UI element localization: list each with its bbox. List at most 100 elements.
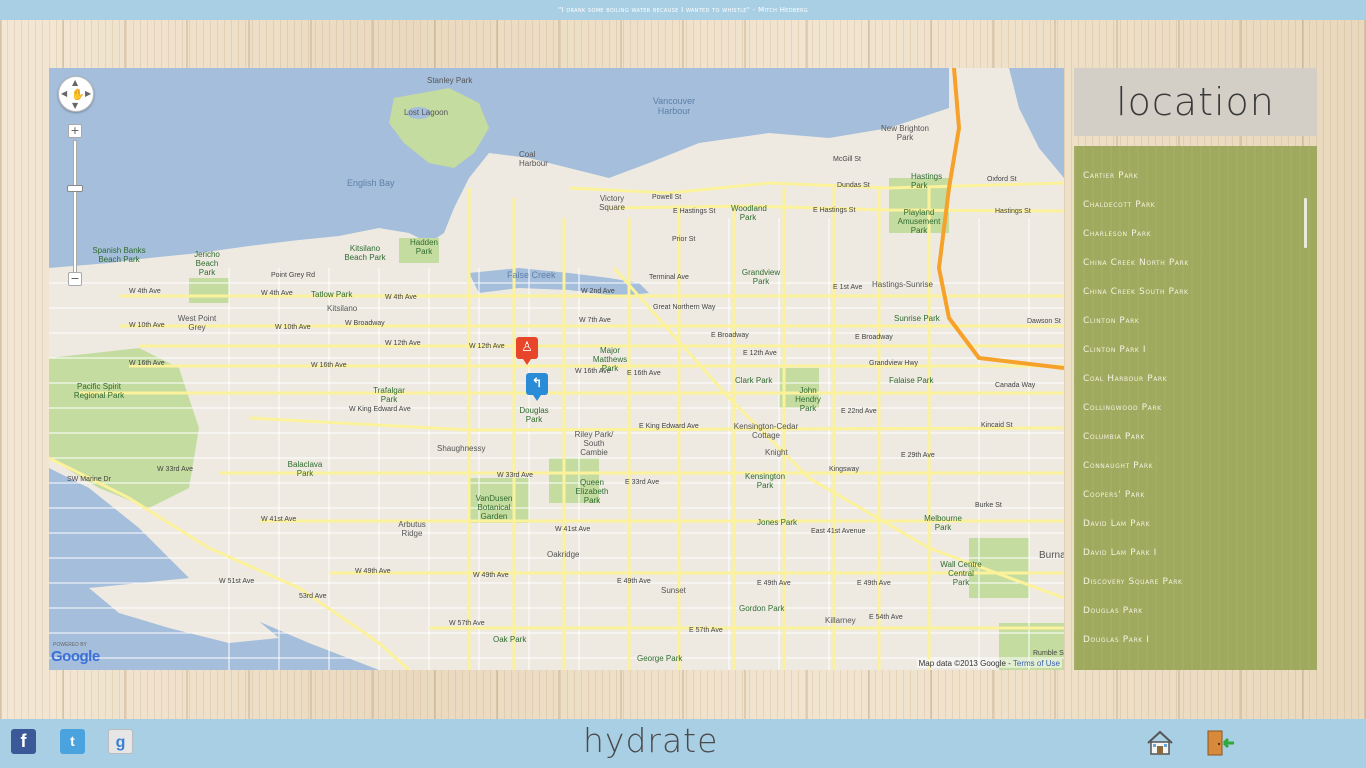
list-item[interactable]: Coopers' Park [1074, 487, 1317, 516]
fountain-pin-icon[interactable]: ↰ [526, 373, 548, 401]
map-label: W 49th Ave [473, 572, 509, 579]
map-label: Point Grey Rd [271, 272, 315, 279]
map-label: English Bay [347, 178, 395, 188]
map-label: W 33rd Ave [497, 472, 534, 479]
list-item[interactable]: Douglas Park [1074, 603, 1317, 632]
map-label: Stanley Park [427, 76, 473, 85]
list-item[interactable]: Discovery Square Park [1074, 574, 1317, 603]
map-label: E King Edward Ave [639, 423, 699, 430]
map-label: Victory Square [599, 194, 625, 212]
map-label: Tatlow Park [311, 290, 353, 299]
map-label: Knight [765, 448, 788, 457]
map-label: Riley Park/ South Cambie [574, 430, 614, 457]
map-label: Hastings Park [911, 172, 943, 190]
pan-control[interactable]: ▲ ▼ ◀ ▶ ✋ [58, 76, 94, 112]
pan-left-icon[interactable]: ◀ [61, 89, 67, 98]
map-label: George Park [637, 654, 683, 663]
list-item[interactable]: Douglas Park I [1074, 632, 1317, 661]
map-label: W 16th Ave [575, 368, 611, 375]
jericho-area [189, 278, 229, 303]
map-label: Playland Amusement Park [897, 208, 941, 235]
list-item[interactable]: David Lam Park I [1074, 545, 1317, 574]
map-label: W 2nd Ave [581, 288, 615, 295]
map-attribution: Map data ©2013 Google - Terms of Use [916, 659, 1062, 668]
map-label: East 41st Avenue [811, 528, 866, 535]
map-label: W 51st Ave [219, 578, 255, 585]
list-item[interactable]: Connaught Park [1074, 458, 1317, 487]
list-item[interactable]: Clinton Park [1074, 313, 1317, 342]
map-label: Jones Park [757, 518, 798, 527]
zoom-slider-handle[interactable] [67, 185, 83, 192]
map-label: McGill St [833, 156, 861, 163]
list-item[interactable]: Coal Harbour Park [1074, 371, 1317, 400]
map-label: Kensington-Cedar Cottage [733, 422, 799, 440]
map-label: Arbutus Ridge [398, 520, 426, 538]
pan-down-icon[interactable]: ▼ [72, 101, 78, 110]
washroom-pin-icon[interactable]: ♙ [516, 337, 538, 365]
list-item[interactable]: Chaldecott Park [1074, 197, 1317, 226]
list-scrollbar[interactable] [1304, 198, 1307, 248]
list-item[interactable]: China Creek South Park [1074, 284, 1317, 313]
zoom-slider-track[interactable] [73, 140, 77, 280]
map-label: Queen Elizabeth Park [575, 478, 609, 505]
map-label: Vancouver Harbour [652, 96, 696, 116]
north-water [1009, 68, 1064, 178]
map-label: E 1st Ave [833, 284, 863, 291]
map-label: Burna [1039, 550, 1064, 561]
map-label: Trafalgar Park [373, 386, 405, 404]
map-label: E 33rd Ave [625, 479, 660, 486]
map-label: Melbourne Park [924, 514, 962, 532]
map-label: W 10th Ave [129, 322, 165, 329]
zoom-in-icon[interactable]: + [68, 124, 82, 138]
map-label: John Hendry Park [795, 386, 821, 413]
map-label: W 4th Ave [385, 294, 417, 301]
map-label: W 12th Ave [469, 343, 505, 350]
list-item[interactable]: Charleson Park [1074, 226, 1317, 255]
map-label: Grandview Park [741, 268, 781, 286]
map-label: West Point Grey [177, 314, 217, 332]
burrard-inlet-water [49, 68, 949, 268]
quote-text: "I drank some boiling water because I wa… [557, 6, 809, 14]
map-label: Shaughnessy [437, 444, 486, 453]
map-label: Hastings St [995, 208, 1031, 215]
map-label: W 16th Ave [129, 360, 165, 367]
pan-right-icon[interactable]: ▶ [85, 89, 91, 98]
map-label: E 49th Ave [757, 580, 791, 587]
pan-up-icon[interactable]: ▲ [72, 78, 78, 87]
home-icon[interactable] [1145, 728, 1175, 758]
map-label: W 33rd Ave [157, 466, 194, 473]
terms-of-use-link[interactable]: Terms of Use [1013, 659, 1060, 668]
location-header: location [1074, 68, 1317, 136]
map-label: Grandview Hwy [869, 360, 919, 367]
map-label: Kensington Park [745, 472, 786, 490]
google-plus-icon[interactable]: g [108, 729, 133, 754]
map-label: New Brighton Park [880, 124, 930, 142]
list-item[interactable]: Columbia Park [1074, 429, 1317, 458]
list-item[interactable]: Clinton Park I [1074, 342, 1317, 371]
google-logo[interactable]: POWERED BY Google [51, 642, 100, 666]
list-item[interactable]: Cartier Park [1074, 168, 1317, 197]
map-label: Great Northern Way [653, 304, 716, 311]
map-label: Gordon Park [739, 604, 785, 613]
list-item[interactable]: China Creek North Park [1074, 255, 1317, 284]
exit-door-icon[interactable] [1205, 728, 1235, 758]
map-label: W King Edward Ave [349, 406, 411, 413]
list-item[interactable]: Collingwood Park [1074, 400, 1317, 429]
map-label: E 29th Ave [901, 452, 935, 459]
twitter-icon[interactable]: t [60, 729, 85, 754]
list-item[interactable]: David Lam Park [1074, 516, 1317, 545]
facebook-icon[interactable]: f [11, 729, 36, 754]
park-list[interactable]: Cartier Park Chaldecott Park Charleson P… [1074, 146, 1317, 670]
map-label: False Creek [507, 270, 556, 280]
map-label: E 22nd Ave [841, 408, 877, 415]
zoom-out-icon[interactable]: − [68, 272, 82, 286]
map-label: Clark Park [735, 376, 773, 385]
map-label: Canada Way [995, 382, 1036, 389]
navigation-pan-icon: ✋ [71, 88, 85, 101]
bottom-bar: f t g hydrate now [0, 719, 1366, 768]
map-label: E Broadway [855, 334, 893, 341]
map-label: Douglas Park [519, 406, 549, 424]
map-view[interactable]: Stanley Park Lost Lagoon Vancouver Harbo… [49, 68, 1064, 670]
map-label: Prior St [672, 236, 696, 243]
map-label: Powell St [652, 194, 682, 201]
